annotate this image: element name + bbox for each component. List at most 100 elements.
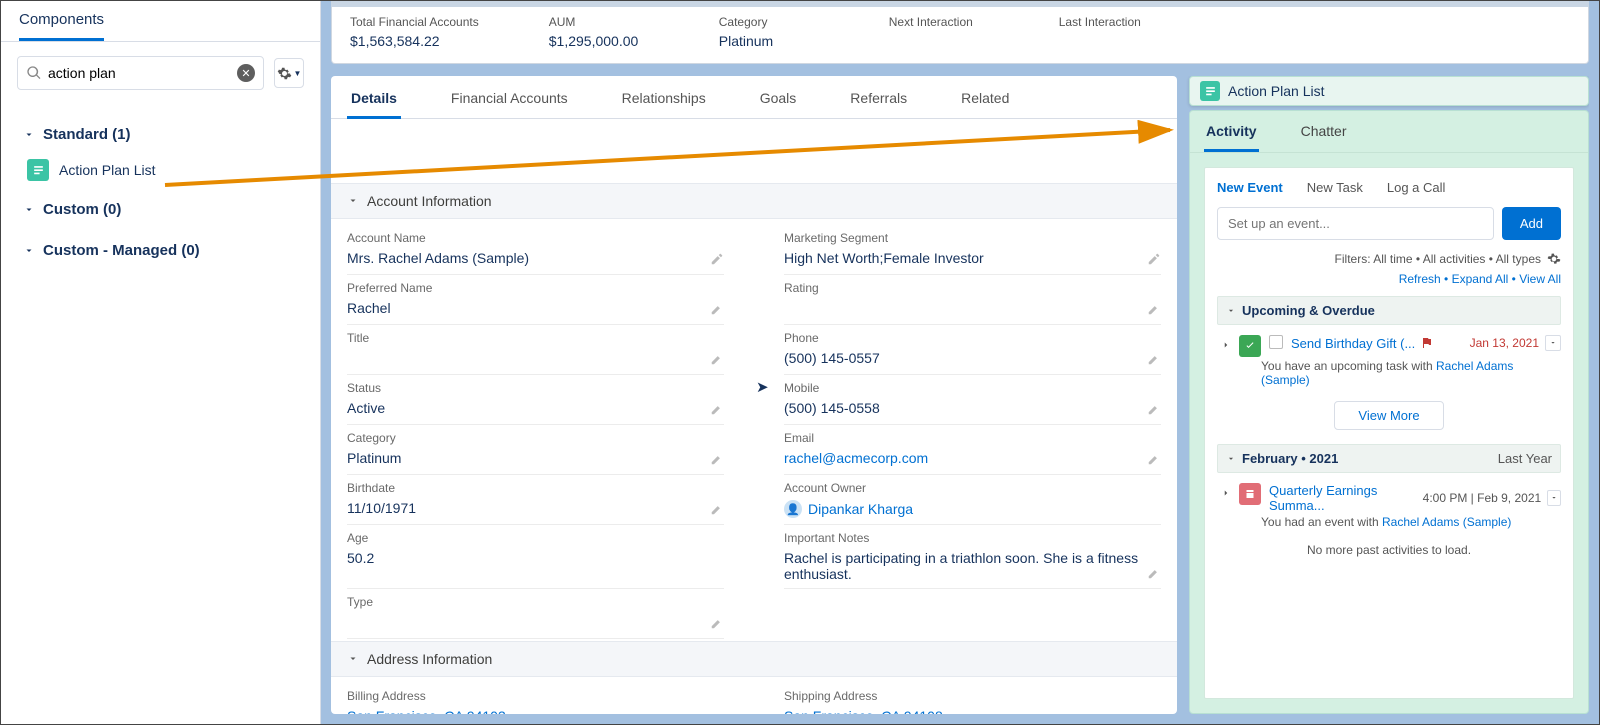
field-label: Rating — [784, 281, 1161, 295]
action-plan-icon — [1200, 81, 1220, 101]
field-value-address[interactable]: San Francisco, CA 94103 — [347, 708, 724, 714]
chevron-down-icon — [23, 204, 35, 216]
field-value-address[interactable]: San Francisco, CA 94108 — [784, 708, 1161, 714]
avatar-icon: 👤 — [784, 500, 802, 518]
component-search-input[interactable] — [42, 65, 237, 81]
field-value: Rachel is participating in a triathlon s… — [784, 550, 1161, 582]
field-label: Phone — [784, 331, 1161, 345]
subtab-new-event[interactable]: New Event — [1217, 180, 1283, 195]
edit-icon[interactable] — [710, 452, 724, 466]
record-details-card: Details Financial Accounts Relationships… — [331, 76, 1177, 714]
field-label: Important Notes — [784, 531, 1161, 545]
section-address-info[interactable]: Address Information — [331, 641, 1177, 677]
component-search[interactable]: ✕ — [17, 56, 264, 90]
field-value: Active — [347, 400, 724, 418]
field-value: Rachel — [347, 300, 724, 318]
field-label: Age — [347, 531, 724, 545]
tab-related[interactable]: Related — [957, 76, 1013, 118]
metric-value: $1,295,000.00 — [549, 33, 649, 49]
action-plan-icon — [27, 159, 49, 181]
record-link[interactable]: Rachel Adams (Sample) — [1382, 515, 1511, 529]
metric-value: $1,563,584.22 — [350, 33, 479, 49]
tab-goals[interactable]: Goals — [756, 76, 801, 118]
view-more-button[interactable]: View More — [1334, 401, 1444, 430]
field-value-owner[interactable]: 👤Dipankar Kharga — [784, 500, 1161, 518]
section-custom[interactable]: Custom (0) — [23, 187, 298, 228]
timeline-section-feb[interactable]: February • 2021 Last Year — [1217, 444, 1561, 473]
subtab-new-task[interactable]: New Task — [1307, 180, 1363, 195]
components-tab[interactable]: Components — [19, 11, 104, 41]
section-standard[interactable]: Standard (1) — [23, 112, 298, 153]
item-menu-button[interactable] — [1547, 490, 1561, 506]
task-icon — [1239, 335, 1261, 357]
field-value: (500) 145-0557 — [784, 350, 1161, 368]
tab-financial-accounts[interactable]: Financial Accounts — [447, 76, 572, 118]
filters-text: Filters: All time • All activities • All… — [1335, 252, 1541, 266]
chevron-down-icon — [23, 129, 35, 141]
component-action-plan-list[interactable]: Action Plan List — [23, 153, 298, 187]
timeline-item: Quarterly Earnings Summa... 4:00 PM | Fe… — [1217, 479, 1561, 513]
field-label: Billing Address — [347, 689, 724, 703]
timeline-event-link[interactable]: Quarterly Earnings Summa... — [1269, 483, 1411, 513]
field-value: (500) 145-0558 — [784, 400, 1161, 418]
edit-icon[interactable] — [710, 616, 724, 630]
subtab-log-call[interactable]: Log a Call — [1387, 180, 1446, 195]
event-icon — [1239, 483, 1261, 505]
field-label: Marketing Segment — [784, 231, 1161, 245]
tab-relationships[interactable]: Relationships — [618, 76, 710, 118]
refresh-link[interactable]: Refresh — [1399, 272, 1441, 286]
field-label: Birthdate — [347, 481, 724, 495]
edit-icon[interactable] — [1147, 402, 1161, 416]
edit-icon[interactable] — [1147, 452, 1161, 466]
timeline-item: Send Birthday Gift (... Jan 13, 2021 — [1217, 331, 1561, 357]
field-label: Shipping Address — [784, 689, 1161, 703]
timeline-section-upcoming[interactable]: Upcoming & Overdue — [1217, 296, 1561, 325]
field-value: High Net Worth;Female Investor — [784, 250, 1161, 268]
edit-icon[interactable] — [1147, 566, 1161, 580]
chevron-right-icon[interactable] — [1221, 488, 1231, 498]
field-label: Category — [347, 431, 724, 445]
drop-target-action-plan-list[interactable]: Action Plan List — [1189, 76, 1589, 106]
metric-label: AUM — [549, 15, 649, 29]
expand-all-link[interactable]: Expand All — [1452, 272, 1509, 286]
add-button[interactable]: Add — [1502, 207, 1561, 240]
chevron-right-icon[interactable] — [1221, 340, 1231, 350]
timeline-subtext: You had an event with Rachel Adams (Samp… — [1217, 513, 1561, 535]
section-custom-managed[interactable]: Custom - Managed (0) — [23, 228, 298, 269]
task-checkbox[interactable] — [1269, 335, 1283, 349]
clear-search-icon[interactable]: ✕ — [237, 64, 255, 82]
event-subject-input[interactable] — [1217, 207, 1494, 240]
edit-icon[interactable] — [710, 302, 724, 316]
edit-icon[interactable] — [710, 402, 724, 416]
item-menu-button[interactable] — [1545, 335, 1561, 351]
no-more-message: No more past activities to load. — [1217, 543, 1561, 557]
chevron-down-icon — [1226, 306, 1236, 316]
edit-icon[interactable] — [710, 352, 724, 366]
metric-label: Last Interaction — [1059, 15, 1159, 29]
edit-icon[interactable] — [710, 502, 724, 516]
timeline-date: Jan 13, 2021 — [1470, 336, 1539, 350]
field-value: 50.2 — [347, 550, 724, 568]
field-value: Mrs. Rachel Adams (Sample) — [347, 250, 724, 268]
edit-icon[interactable] — [1147, 252, 1161, 266]
tab-chatter[interactable]: Chatter — [1299, 111, 1349, 152]
tab-details[interactable]: Details — [347, 76, 401, 118]
timeline-task-link[interactable]: Send Birthday Gift (... — [1291, 336, 1415, 351]
view-all-link[interactable]: View All — [1519, 272, 1561, 286]
chevron-down-icon — [347, 653, 359, 665]
tab-activity[interactable]: Activity — [1204, 111, 1259, 152]
gear-icon[interactable] — [1547, 252, 1561, 266]
edit-icon[interactable] — [710, 252, 724, 266]
field-label: Preferred Name — [347, 281, 724, 295]
edit-icon[interactable] — [1147, 352, 1161, 366]
field-label: Email — [784, 431, 1161, 445]
chevron-down-icon — [1226, 454, 1236, 464]
metric-label: Next Interaction — [889, 15, 989, 29]
activity-card: Activity Chatter New Event New Task Log … — [1189, 110, 1589, 714]
field-value-email[interactable]: rachel@acmecorp.com — [784, 450, 1161, 468]
section-account-info[interactable]: Account Information — [331, 183, 1177, 219]
edit-icon[interactable] — [1147, 302, 1161, 316]
tab-referrals[interactable]: Referrals — [846, 76, 911, 118]
filter-settings-button[interactable]: ▼ — [274, 58, 304, 88]
timeline-group-meta: Last Year — [1498, 451, 1552, 466]
